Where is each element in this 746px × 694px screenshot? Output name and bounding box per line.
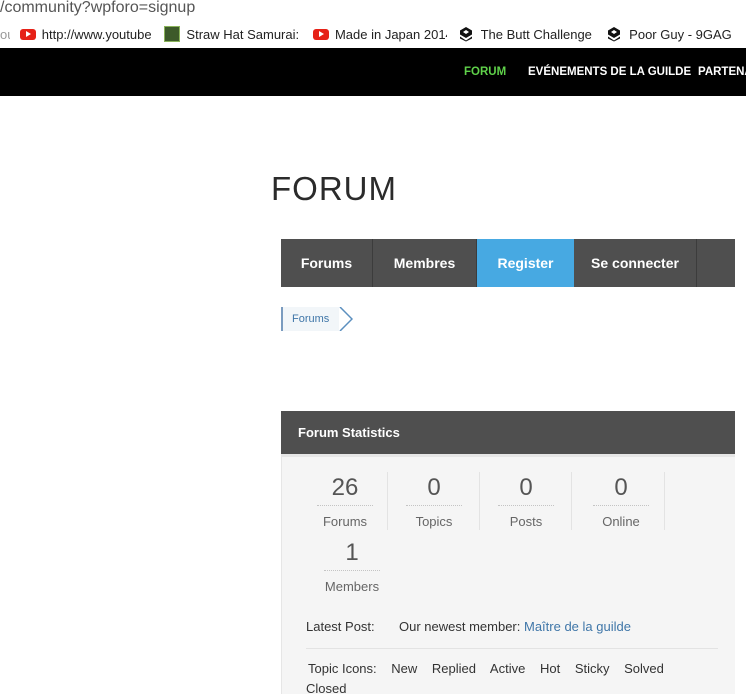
- bookmark-butt-challenge[interactable]: The Butt Challenge - S: [459, 26, 596, 42]
- address-bar[interactable]: /community?wpforo=signup: [0, 0, 746, 18]
- bookmark-cut[interactable]: ou: [0, 27, 10, 42]
- youtube-icon: [312, 28, 329, 40]
- bookmark-made-in-japan[interactable]: Made in Japan 2014 -: [312, 26, 447, 42]
- topic-icon-hot: Hot: [539, 661, 561, 676]
- page: /community?wpforo=signup ou http://www.y…: [0, 0, 746, 694]
- nav-item-guild-events[interactable]: EVÉNEMENTS DE LA GUILDE: [528, 66, 691, 78]
- menu-item-login[interactable]: Se connecter: [574, 239, 697, 287]
- bookmark-poor-guy[interactable]: Poor Guy - 9GAG: [607, 26, 734, 42]
- stat-value: 0: [519, 474, 533, 501]
- breadcrumb: Forums: [281, 307, 354, 331]
- stat-online: 0 Online: [575, 471, 667, 529]
- chevron-right-icon: [339, 307, 354, 331]
- 9gag-icon: [608, 27, 621, 42]
- stat-forums: 26 Forums: [299, 471, 391, 529]
- stat-separator: [664, 472, 665, 530]
- 9gag-icon: [459, 27, 472, 42]
- url-text: /community?wpforo=signup: [0, 0, 196, 16]
- bookmark-label: http://www.youtube.c: [41, 26, 153, 42]
- bookmarks-bar: ou http://www.youtube.c Straw Hat Samura…: [0, 20, 746, 48]
- stat-members: 1 Members: [306, 536, 398, 594]
- stat-label: Members: [324, 579, 380, 594]
- nav-item-forum[interactable]: FORUM: [464, 66, 506, 78]
- bookmark-label: Straw Hat Samurai: Du: [186, 26, 301, 42]
- stat-label: Online: [602, 514, 640, 529]
- stat-divider: [593, 505, 649, 506]
- forum-statistics-header: Forum Statistics: [281, 411, 735, 454]
- forum-menu: Forums Membres Register Se connecter: [281, 239, 735, 287]
- stat-divider: [498, 505, 554, 506]
- site-top-nav: FORUM EVÉNEMENTS DE LA GUILDE PARTENA: [0, 48, 746, 96]
- topic-icons-label: Topic Icons:: [308, 661, 377, 676]
- menu-item-search[interactable]: [697, 239, 735, 287]
- stat-label: Posts: [509, 514, 543, 529]
- topic-icon-sticky: Sticky: [574, 661, 610, 676]
- stat-separator: [571, 472, 572, 530]
- youtube-icon: [19, 28, 36, 40]
- topic-icons-legend: Topic Icons: New Replied Active Hot Stic…: [308, 661, 675, 676]
- topic-icon-solved: Solved: [624, 661, 664, 676]
- bookmark-label: Made in Japan 2014 -: [334, 26, 447, 42]
- newest-member-label: Our newest member:: [399, 619, 521, 634]
- topic-icon-active: Active: [489, 661, 526, 676]
- menu-item-members[interactable]: Membres: [373, 239, 477, 287]
- menu-item-register[interactable]: Register: [477, 239, 574, 287]
- stats-divider: [306, 648, 718, 649]
- straw-hat-icon: [164, 26, 181, 42]
- menu-item-forums[interactable]: Forums: [281, 239, 373, 287]
- stat-topics: 0 Topics: [388, 471, 480, 529]
- stat-value: 0: [614, 474, 628, 501]
- topic-icon-closed: Closed: [306, 681, 347, 694]
- newest-member: Our newest member: Maître de la guilde: [399, 619, 631, 634]
- bookmark-youtube[interactable]: http://www.youtube.c: [19, 26, 153, 42]
- bookmark-straw-hat[interactable]: Straw Hat Samurai: Du: [164, 26, 301, 42]
- newest-member-link[interactable]: Maître de la guilde: [524, 619, 631, 634]
- stat-value: 26: [331, 474, 359, 501]
- stat-divider: [324, 570, 380, 571]
- bookmark-label: The Butt Challenge - S: [480, 26, 596, 42]
- stat-divider: [317, 505, 373, 506]
- nav-item-partners[interactable]: PARTENA: [698, 66, 746, 78]
- page-title: FORUM: [271, 170, 397, 207]
- topic-icon-new: New: [391, 661, 418, 676]
- stat-value: 1: [345, 539, 359, 566]
- stat-label: Topics: [415, 514, 453, 529]
- latest-post-label: Latest Post:: [306, 619, 375, 634]
- bookmark-label: Poor Guy - 9GAG: [629, 26, 732, 42]
- stat-value: 0: [427, 474, 441, 501]
- breadcrumb-item-forums[interactable]: Forums: [283, 307, 340, 331]
- stat-label: Forums: [322, 514, 368, 529]
- topic-icon-replied: Replied: [431, 661, 477, 676]
- stat-posts: 0 Posts: [480, 471, 572, 529]
- stat-divider: [406, 505, 462, 506]
